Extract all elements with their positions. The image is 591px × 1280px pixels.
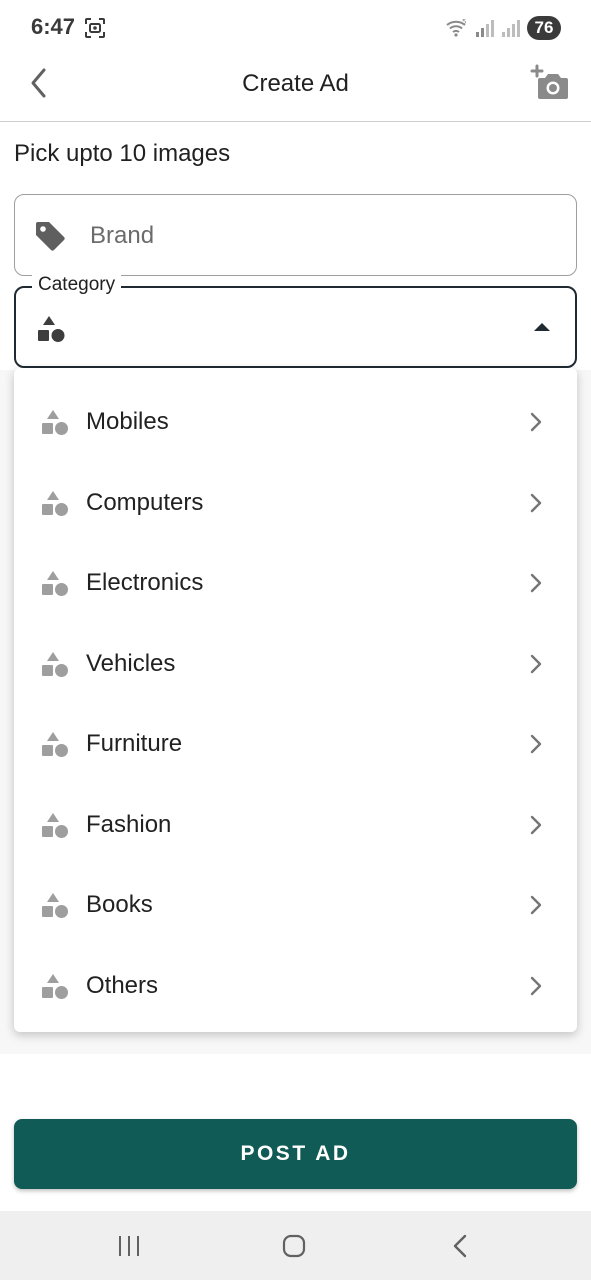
signal-icon — [475, 18, 495, 38]
chevron-right-icon — [526, 409, 546, 435]
category-shapes-icon — [40, 811, 70, 841]
category-shapes-icon — [40, 569, 70, 599]
home-icon — [282, 1234, 306, 1258]
category-option-label: Computers — [86, 488, 204, 516]
category-option-mobiles[interactable]: Mobiles — [14, 382, 577, 462]
category-option-furniture[interactable]: Furniture — [14, 704, 577, 784]
app-bar: Create Ad — [0, 56, 591, 122]
screenshot-icon — [84, 17, 106, 39]
category-field[interactable]: Category — [14, 274, 577, 368]
category-option-electronics[interactable]: Electronics — [14, 543, 577, 623]
system-nav-bar — [0, 1211, 591, 1280]
category-shapes-icon — [40, 489, 70, 519]
signal-icon — [501, 18, 521, 38]
category-option-books[interactable]: Books — [14, 865, 577, 945]
category-shapes-icon — [40, 650, 70, 680]
page-title: Create Ad — [242, 70, 349, 97]
tag-icon — [33, 219, 67, 253]
category-option-label: Vehicles — [86, 649, 176, 677]
home-button[interactable] — [282, 1233, 306, 1259]
status-time: 6:47 — [31, 14, 76, 39]
chevron-right-icon — [526, 731, 546, 757]
category-shapes-icon — [40, 730, 70, 760]
battery-icon: 76 — [527, 16, 561, 40]
category-option-label: Books — [86, 891, 153, 918]
chevron-right-icon — [526, 490, 546, 516]
post-ad-button[interactable]: POST AD — [14, 1119, 577, 1189]
category-label: Category — [32, 274, 122, 296]
chevron-right-icon — [526, 973, 546, 999]
wifi-icon: 5 — [445, 18, 469, 38]
category-option-vehicles[interactable]: Vehicles — [14, 624, 577, 704]
svg-text:5: 5 — [462, 18, 466, 26]
category-option-others[interactable]: Others — [14, 946, 577, 1026]
category-shapes-icon — [40, 972, 70, 1002]
recent-apps-button[interactable] — [116, 1235, 142, 1257]
category-option-computers[interactable]: Computers — [14, 463, 577, 543]
recent-apps-icon — [119, 1236, 139, 1256]
chevron-right-icon — [526, 892, 546, 918]
system-back-button[interactable] — [450, 1233, 470, 1259]
status-bar: 6:47 5 76 — [0, 0, 591, 56]
category-shapes-icon — [40, 408, 70, 438]
category-option-label: Electronics — [86, 569, 204, 596]
category-shapes-icon — [34, 312, 68, 346]
add-photo-button[interactable] — [530, 64, 570, 102]
category-option-label: Fashion — [86, 810, 172, 838]
category-option-label: Furniture — [86, 730, 183, 757]
category-option-label: Mobiles — [86, 408, 169, 435]
brand-field[interactable]: Brand — [14, 194, 577, 276]
create-ad-screen: 6:47 5 76 Create Ad Pick upto 10 images … — [0, 0, 591, 1280]
chevron-right-icon — [526, 651, 546, 677]
category-shapes-icon — [40, 891, 70, 921]
chevron-right-icon — [526, 570, 546, 596]
brand-placeholder: Brand — [90, 222, 155, 249]
category-option-fashion[interactable]: Fashion — [14, 785, 577, 865]
back-arrow-icon — [453, 1234, 467, 1258]
category-dropdown-menu: Mobiles Computers Electronics Vehicles Furni… — [14, 368, 577, 1032]
add-photo-icon — [530, 64, 568, 99]
images-label: Pick upto 10 images — [14, 140, 231, 167]
dropdown-arrow-up-icon[interactable] — [531, 320, 553, 334]
category-option-label: Others — [86, 971, 159, 999]
chevron-right-icon — [526, 812, 546, 838]
